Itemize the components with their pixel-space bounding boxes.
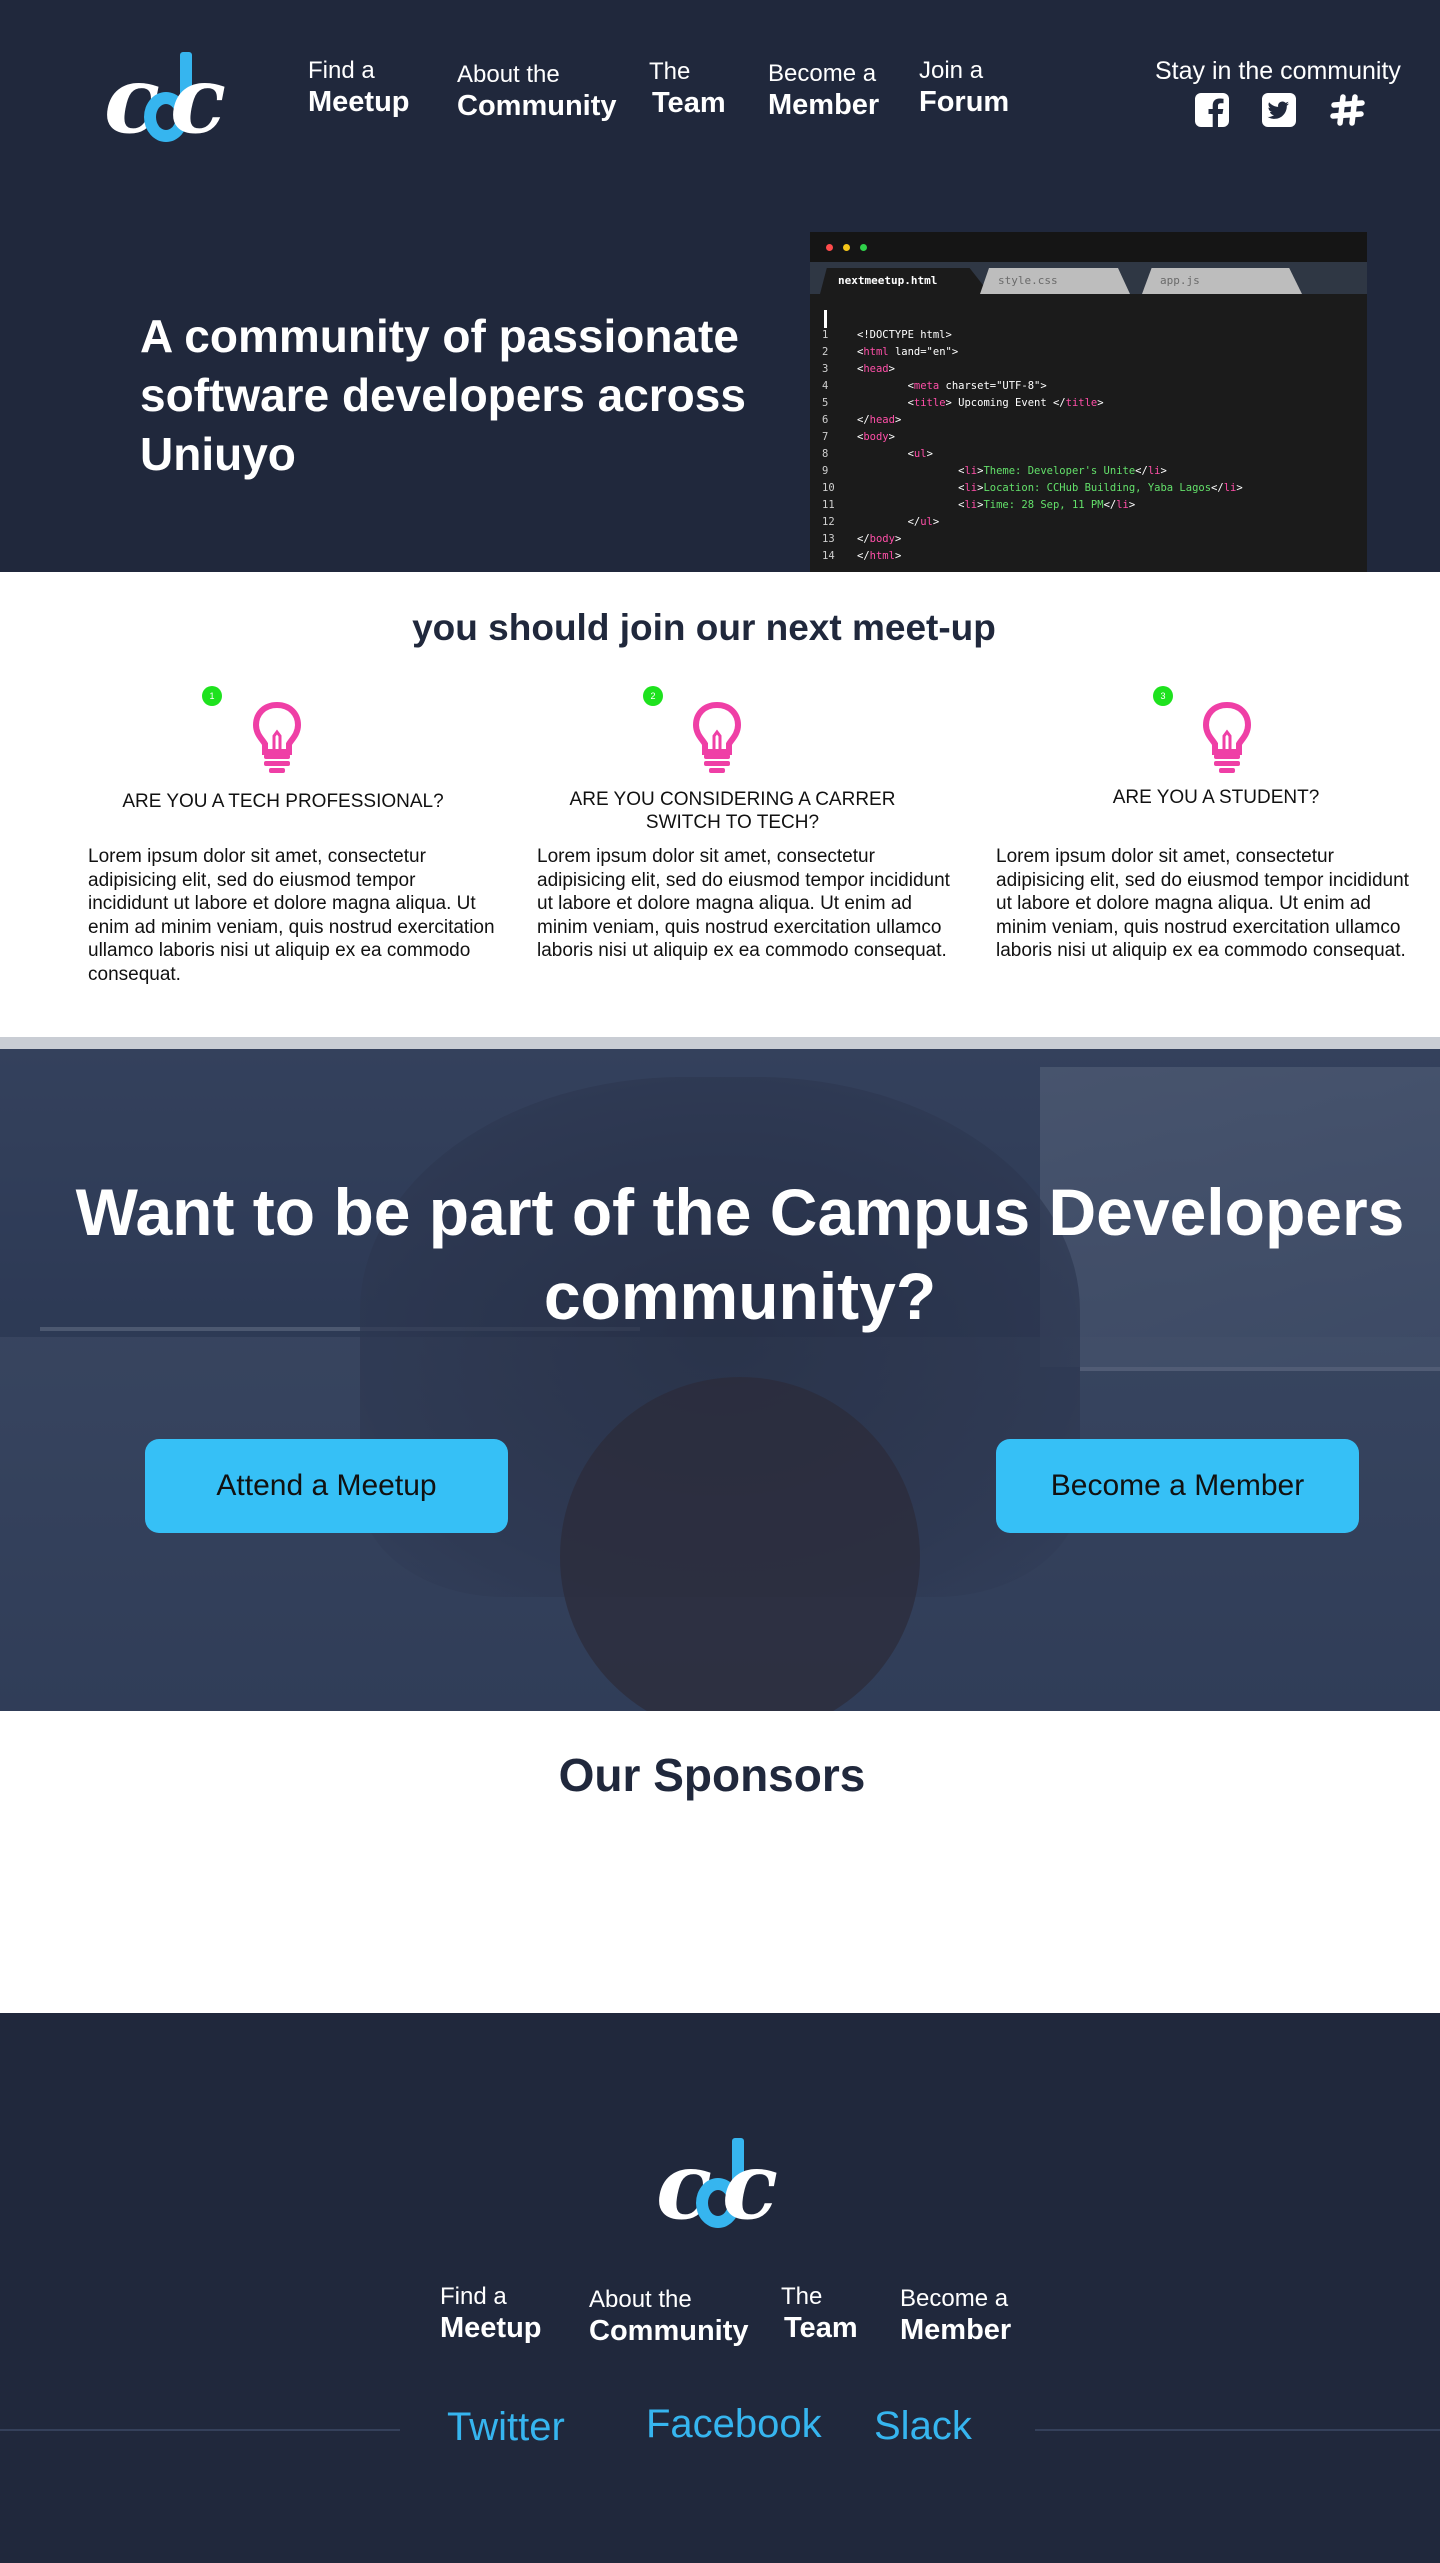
code-line: 6 </head> bbox=[810, 412, 1367, 429]
code-text: <html land="en"> bbox=[857, 346, 959, 358]
lightbulb-icon bbox=[1202, 702, 1252, 773]
step-badge: 3 bbox=[1153, 686, 1173, 706]
code-text: <title> Upcoming Event </title> bbox=[857, 397, 1104, 409]
meetup-section-title: you should join our next meet-up bbox=[412, 607, 996, 648]
line-number: 3 bbox=[822, 363, 829, 375]
question-body: Lorem ipsum dolor sit amet, consectetur … bbox=[537, 846, 950, 961]
footer-facebook-link[interactable]: Facebook bbox=[646, 2401, 822, 2447]
editor-code: 1 <!DOCTYPE html> 2 <html land="en"> 3 <head>… bbox=[810, 327, 1367, 565]
footer-nav-the-team[interactable]: The Team bbox=[781, 2283, 858, 2345]
facebook-icon[interactable] bbox=[1194, 92, 1230, 128]
footer-twitter-link[interactable]: Twitter bbox=[447, 2404, 565, 2450]
line-number: 4 bbox=[822, 380, 829, 392]
join-title: Want to be part of the Campus Developers… bbox=[75, 1175, 1405, 1333]
code-text: <li>Theme: Developer's Unite</li> bbox=[857, 465, 1167, 477]
become-member-button[interactable]: Become a Member bbox=[996, 1439, 1359, 1533]
editor-tab-js: app.js bbox=[1142, 268, 1302, 294]
code-text: <head> bbox=[857, 363, 895, 375]
footer-nav-about-community[interactable]: About the Community bbox=[589, 2286, 749, 2348]
code-text: </html> bbox=[857, 550, 902, 562]
code-line: 13 </body> bbox=[810, 531, 1367, 548]
code-line: 11 <li>Time: 28 Sep, 11 PM</li> bbox=[810, 497, 1367, 514]
code-editor-illustration: nextmeetup.html style.css app.js 1 <!DOCT… bbox=[810, 232, 1367, 572]
code-text: <li>Location: CCHub Building, Yaba Lagos… bbox=[857, 482, 1243, 494]
cdc-logo[interactable]: c c bbox=[104, 52, 234, 152]
question-body: Lorem ipsum dolor sit amet, consectetur … bbox=[88, 846, 495, 985]
code-line: 8 <ul> bbox=[810, 446, 1367, 463]
code-text: </body> bbox=[857, 533, 902, 545]
attend-meetup-button[interactable]: Attend a Meetup bbox=[145, 1439, 508, 1533]
hero-title: A community of passionate software devel… bbox=[140, 310, 746, 480]
editor-titlebar bbox=[810, 232, 1367, 262]
line-number: 2 bbox=[822, 346, 829, 358]
line-number: 10 bbox=[822, 482, 835, 494]
line-number: 12 bbox=[822, 516, 835, 528]
footer-nav-find-meetup[interactable]: Find a Meetup bbox=[440, 2283, 542, 2345]
line-number: 14 bbox=[822, 550, 835, 562]
code-text: <body> bbox=[857, 431, 895, 443]
sponsors-title: Our Sponsors bbox=[558, 1749, 866, 1801]
footer-nav-become-member[interactable]: Become a Member bbox=[900, 2285, 1011, 2347]
code-line: 1 <!DOCTYPE html> bbox=[810, 327, 1367, 344]
lightbulb-icon bbox=[252, 702, 302, 773]
question-title: ARE YOU CONSIDERING A CARRER SWITCH TO T… bbox=[569, 789, 896, 833]
code-line: 9 <li>Theme: Developer's Unite</li> bbox=[810, 463, 1367, 480]
twitter-icon[interactable] bbox=[1261, 92, 1297, 128]
nav-become-member[interactable]: Become a Member bbox=[768, 60, 879, 122]
footer-cdc-logo[interactable]: c c bbox=[656, 2138, 786, 2238]
stay-in-community-label: Stay in the community bbox=[1155, 57, 1401, 85]
code-line: 7 <body> bbox=[810, 429, 1367, 446]
editor-tab-css: style.css bbox=[980, 268, 1130, 294]
line-number: 9 bbox=[822, 465, 829, 477]
minimize-dot-icon bbox=[843, 244, 850, 251]
editor-tabbar: nextmeetup.html style.css app.js bbox=[810, 262, 1367, 294]
line-number: 5 bbox=[822, 397, 829, 409]
code-text: </head> bbox=[857, 414, 902, 426]
code-line: 4 <meta charset="UTF-8"> bbox=[810, 378, 1367, 395]
code-text: </ul> bbox=[857, 516, 940, 528]
code-text: <li>Time: 28 Sep, 11 PM</li> bbox=[857, 499, 1136, 511]
nav-the-team[interactable]: The Team bbox=[649, 58, 726, 120]
code-line: 5 <title> Upcoming Event </title> bbox=[810, 395, 1367, 412]
line-number: 13 bbox=[822, 533, 835, 545]
code-line: 10 <li>Location: CCHub Building, Yaba La… bbox=[810, 480, 1367, 497]
editor-cursor bbox=[824, 310, 827, 328]
community-photo-banner bbox=[0, 1037, 1440, 1711]
close-dot-icon bbox=[826, 244, 833, 251]
nav-about-community[interactable]: About the Community bbox=[457, 61, 617, 123]
line-number: 11 bbox=[822, 499, 835, 511]
nav-find-meetup[interactable]: Find a Meetup bbox=[308, 57, 410, 119]
question-body: Lorem ipsum dolor sit amet, consectetur … bbox=[996, 846, 1409, 961]
question-title: ARE YOU A TECH PROFESSIONAL? bbox=[122, 791, 444, 812]
code-line: 3 <head> bbox=[810, 361, 1367, 378]
code-line: 12 </ul> bbox=[810, 514, 1367, 531]
question-title: ARE YOU A STUDENT? bbox=[1112, 787, 1320, 808]
slack-icon[interactable] bbox=[1330, 92, 1366, 128]
nav-join-forum[interactable]: Join a Forum bbox=[919, 57, 1009, 119]
maximize-dot-icon bbox=[860, 244, 867, 251]
step-badge: 1 bbox=[202, 686, 222, 706]
banner-top-strip bbox=[0, 1037, 1440, 1049]
footer-divider-right bbox=[1035, 2429, 1440, 2431]
code-text: <!DOCTYPE html> bbox=[857, 329, 952, 341]
code-line: 14 </html> bbox=[810, 548, 1367, 565]
banner-overlay bbox=[0, 1037, 1440, 1711]
line-number: 8 bbox=[822, 448, 829, 460]
line-number: 6 bbox=[822, 414, 829, 426]
code-line: 2 <html land="en"> bbox=[810, 344, 1367, 361]
step-badge: 2 bbox=[643, 686, 663, 706]
lightbulb-icon bbox=[692, 702, 742, 773]
line-number: 7 bbox=[822, 431, 829, 443]
line-number: 1 bbox=[822, 329, 829, 341]
footer-slack-link[interactable]: Slack bbox=[874, 2403, 972, 2449]
code-text: <meta charset="UTF-8"> bbox=[857, 380, 1047, 392]
editor-tab-html: nextmeetup.html bbox=[820, 268, 990, 294]
code-text: <ul> bbox=[857, 448, 933, 460]
footer-divider-left bbox=[0, 2429, 400, 2431]
